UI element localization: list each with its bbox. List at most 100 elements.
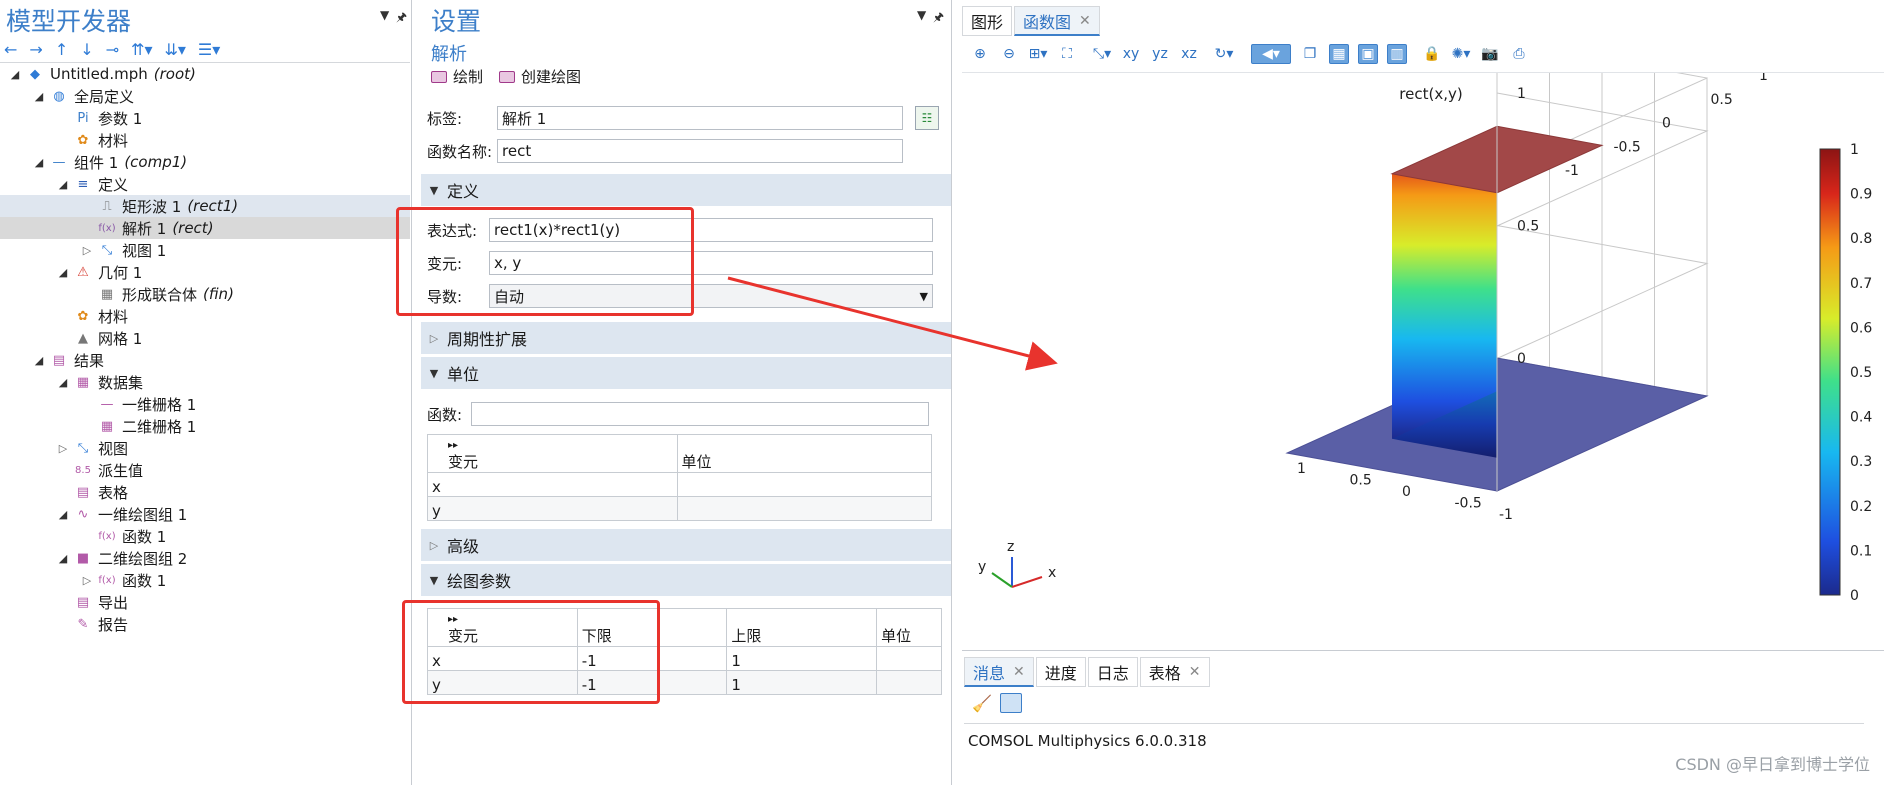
table-header-cell[interactable]: 单位 — [876, 608, 942, 647]
expression-input[interactable]: rect1(x)*rect1(y) — [489, 218, 933, 242]
tree-node[interactable]: — 一维栅格 1 — [0, 393, 410, 415]
tree-node[interactable]: ◢ — 组件 1 (comp1) — [0, 151, 410, 173]
close-tab-icon[interactable]: ✕ — [1079, 13, 1091, 29]
move-up-icon[interactable]: ↑ — [55, 40, 68, 59]
expanded-arrow-icon[interactable]: ◢ — [56, 178, 70, 191]
table-header-cell[interactable]: 上限 — [726, 608, 878, 647]
collapsed-arrow-icon[interactable]: ▷ — [80, 244, 94, 257]
definition-section-header[interactable]: ▼ 定义 — [421, 174, 951, 206]
pin-icon[interactable]: 🖈 — [396, 8, 407, 29]
panel-menu-icon[interactable]: ▼ — [380, 8, 389, 22]
tree-node[interactable]: ▦ 形成联合体 (fin) — [0, 283, 410, 305]
table-row[interactable]: y — [427, 496, 933, 521]
tree-node[interactable]: ▲ 网格 1 — [0, 327, 410, 349]
function-name-input[interactable]: rect — [497, 139, 903, 163]
units-function-input[interactable] — [471, 402, 929, 426]
table-cell[interactable]: y — [427, 670, 578, 695]
tree-node[interactable]: ▷ ⤡ 视图 — [0, 437, 410, 459]
table-cell[interactable] — [676, 472, 933, 497]
tree-node[interactable]: ✿ 材料 — [0, 305, 410, 327]
close-tab-icon[interactable]: ✕ — [1189, 664, 1201, 680]
tree-node[interactable]: ▤ 表格 — [0, 481, 410, 503]
table-header-cell[interactable]: 下限 — [576, 608, 728, 647]
plot-area[interactable]: rect(x,y) -1 -0.5 0 0.5 1 1 0.5 0 -0.5 -1 0 0.5 1 z x y 1… — [962, 72, 1884, 650]
tab[interactable]: 图形 — [962, 6, 1013, 36]
tree-node[interactable]: ✿ 材料 — [0, 129, 410, 151]
table-cell[interactable]: x — [427, 646, 578, 671]
tab[interactable]: 消息 ✕ — [964, 657, 1034, 687]
tree-node[interactable]: ◢ ◍ 全局定义 — [0, 85, 410, 107]
collapsed-arrow-icon[interactable]: ▷ — [80, 574, 94, 587]
back-arrow-icon[interactable]: ← — [4, 40, 17, 59]
zoom-in-icon[interactable]: ⊕ — [970, 44, 990, 64]
table-cell[interactable] — [876, 670, 942, 695]
table-cell[interactable]: -1 — [576, 646, 728, 671]
close-tab-icon[interactable]: ✕ — [1013, 664, 1025, 680]
tree-node[interactable]: ✎ 报告 — [0, 613, 410, 635]
table-cell[interactable]: 1 — [726, 646, 878, 671]
expand-sections-icon[interactable]: ⇈▾ — [131, 40, 152, 59]
move-down-icon[interactable]: ↓ — [80, 40, 93, 59]
scene-light-icon[interactable]: ✺▾ — [1451, 44, 1471, 64]
tree-node[interactable]: ◢ ≡ 定义 — [0, 173, 410, 195]
expanded-arrow-icon[interactable]: ◢ — [32, 156, 46, 169]
create-plot-button[interactable]: 创建绘图 — [499, 66, 581, 87]
tree-node[interactable]: ◢ ■ 二维绘图组 2 — [0, 547, 410, 569]
view-xy-icon[interactable]: xy — [1121, 44, 1141, 64]
colorbar-icon[interactable]: ▥ — [1387, 44, 1407, 64]
tree-node[interactable]: ◢ ◆ Untitled.mph (root) — [0, 63, 410, 85]
tree-node[interactable]: Pi 参数 1 — [0, 107, 410, 129]
expanded-arrow-icon[interactable]: ◢ — [32, 354, 46, 367]
message-filter-icon[interactable] — [999, 693, 1022, 713]
collapse-sections-icon[interactable]: ⇊▾ — [164, 40, 185, 59]
camera-icon[interactable]: 📷 — [1480, 44, 1500, 64]
view-yz-icon[interactable]: yz — [1150, 44, 1170, 64]
lock-icon[interactable]: 🔒 — [1422, 44, 1442, 64]
sort-icon[interactable]: ▸▸ — [448, 615, 573, 625]
tree-node[interactable]: ◢ ▤ 结果 — [0, 349, 410, 371]
expanded-arrow-icon[interactable]: ◢ — [8, 68, 22, 81]
print-icon[interactable]: ⎙ — [1509, 44, 1529, 64]
label-input[interactable]: 解析 1 — [497, 106, 903, 130]
tree-node[interactable]: 8.5 派生值 — [0, 459, 410, 481]
table-cell[interactable] — [876, 646, 942, 671]
plot-button[interactable]: 绘制 — [431, 66, 483, 87]
table-cell[interactable]: x — [427, 472, 678, 497]
plot-params-section-header[interactable]: ▼ 绘图参数 — [421, 564, 951, 596]
axis-icon[interactable]: ▣ — [1358, 44, 1378, 64]
pin-icon[interactable]: 🖈 — [933, 8, 944, 29]
zoom-box-icon[interactable]: ⊞▾ — [1028, 44, 1048, 64]
tree-node[interactable]: ▷ f(x) 函数 1 — [0, 569, 410, 591]
collapsed-arrow-icon[interactable]: ▷ — [56, 442, 70, 455]
lighting-toggle-icon[interactable]: ◀▾ — [1251, 44, 1291, 64]
tree-node[interactable]: f(x) 解析 1 (rect) — [0, 217, 410, 239]
derivatives-select[interactable]: 自动 ▼ — [489, 284, 933, 308]
show-icon[interactable]: ⊸ — [106, 40, 119, 59]
table-row[interactable]: y -1 1 — [427, 670, 942, 695]
tree-node[interactable]: ▷ ⤡ 视图 1 — [0, 239, 410, 261]
tree-node[interactable]: ◢ ∿ 一维绘图组 1 — [0, 503, 410, 525]
transparency-icon[interactable]: ❐ — [1300, 44, 1320, 64]
tree-node[interactable]: ◢ ⚠ 几何 1 — [0, 261, 410, 283]
zoom-out-icon[interactable]: ⊖ — [999, 44, 1019, 64]
tab[interactable]: 表格 ✕ — [1139, 657, 1210, 687]
tree-node[interactable]: f(x) 函数 1 — [0, 525, 410, 547]
axes-orientation-icon[interactable]: ⤡▾ — [1092, 44, 1112, 64]
expanded-arrow-icon[interactable]: ◢ — [56, 552, 70, 565]
table-cell[interactable]: y — [427, 496, 678, 521]
table-header-cell[interactable]: ▸▸ 变元 — [427, 434, 678, 473]
node-properties-icon[interactable]: ☷ — [915, 106, 939, 130]
table-cell[interactable]: -1 — [576, 670, 728, 695]
periodic-section-header[interactable]: ▷ 周期性扩展 — [421, 322, 951, 354]
grid-icon[interactable]: ▦ — [1329, 44, 1349, 64]
tab[interactable]: 进度 — [1035, 657, 1086, 687]
expanded-arrow-icon[interactable]: ◢ — [56, 508, 70, 521]
tree-node[interactable]: ◢ ▦ 数据集 — [0, 371, 410, 393]
rotate-icon[interactable]: ↻▾ — [1214, 44, 1234, 64]
list-view-icon[interactable]: ☰▾ — [198, 40, 220, 59]
table-row[interactable]: x -1 1 — [427, 646, 942, 671]
table-header-cell[interactable]: 单位 — [676, 434, 933, 473]
advanced-section-header[interactable]: ▷ 高级 — [421, 529, 951, 561]
tree-node[interactable]: ⎍ 矩形波 1 (rect1) — [0, 195, 410, 217]
tab[interactable]: 日志 — [1087, 657, 1138, 687]
